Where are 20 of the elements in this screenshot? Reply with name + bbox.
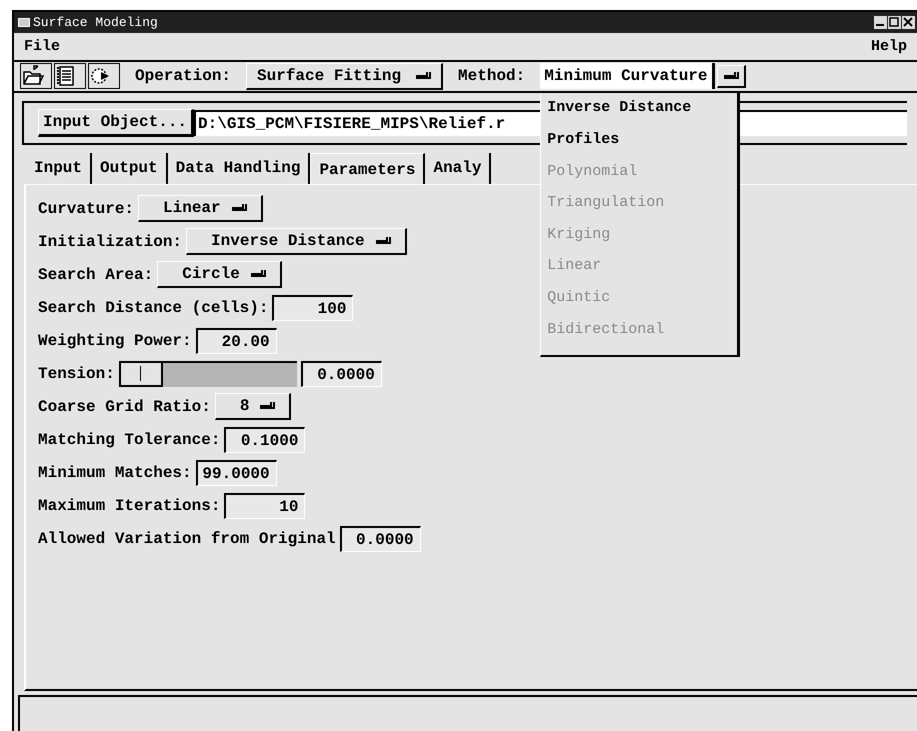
window-title: Surface Modeling xyxy=(33,14,158,30)
field-label: Allowed Variation from Original xyxy=(38,530,336,548)
menu-option: Triangulation xyxy=(541,191,738,212)
operation-label: Operation: xyxy=(135,67,232,86)
field-label: Curvature: xyxy=(38,200,134,218)
menu-option: Polynomial xyxy=(541,160,738,181)
field-label: Tension: xyxy=(38,364,115,383)
field-label: Search Distance (cells): xyxy=(38,298,268,317)
menu-option: Quintic xyxy=(541,286,738,307)
field-label: Search Area: xyxy=(38,266,154,284)
menu-option: Kriging xyxy=(541,222,738,244)
menu-option: Linear xyxy=(541,254,738,276)
field-label: Coarse Grid Ratio: xyxy=(38,398,211,416)
field-label: Maximum Iterations: xyxy=(38,496,220,515)
field-label: Matching Tolerance: xyxy=(38,430,220,449)
field-label: Minimum Matches: xyxy=(38,464,192,482)
field-label: Weighting Power: xyxy=(38,332,192,350)
menu-option: Bidirectional xyxy=(541,318,738,338)
field-label: Initialization: xyxy=(38,232,182,251)
method-label: Method: xyxy=(458,67,526,86)
